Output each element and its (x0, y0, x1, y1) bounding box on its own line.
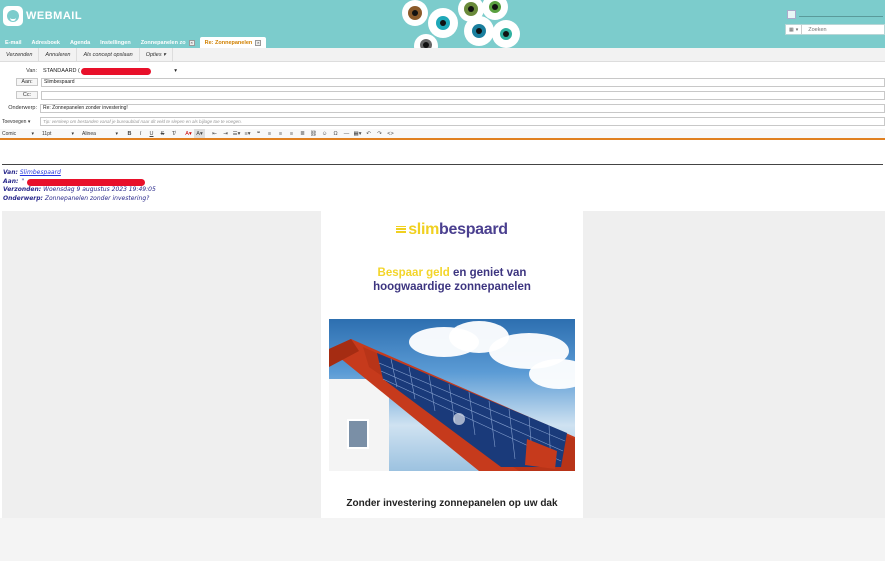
blockquote-icon[interactable]: ❝ (253, 129, 264, 138)
table-icon[interactable]: ▦▾ (352, 129, 363, 138)
search-box: ▦ ▾ (785, 24, 885, 35)
search-scope-dropdown[interactable]: ▦ ▾ (786, 25, 803, 34)
attachment-row: Toevoegen ▾ Tip: versleep om bestanden v… (0, 116, 885, 127)
decorative-eyes-banner (400, 0, 520, 48)
text-color-icon[interactable]: A▾ (183, 129, 194, 138)
outdent-icon[interactable]: ⇤ (209, 129, 220, 138)
indent-icon[interactable]: ⇥ (220, 129, 231, 138)
from-select[interactable]: STANDAARD ( ▾ (40, 67, 180, 76)
redaction-mark (80, 67, 151, 75)
cc-field[interactable] (41, 90, 885, 100)
save-draft-button[interactable]: Als concept opslaan (77, 48, 140, 61)
app-name: WEBMAIL (26, 10, 83, 22)
font-size-select[interactable]: 11pt ▾ (40, 130, 76, 138)
align-center-icon[interactable]: ≡ (275, 129, 286, 138)
search-input[interactable] (802, 26, 873, 33)
chevron-down-icon: ▾ (174, 68, 177, 74)
quote-subject-row: Onderwerp: Zonnepanelen zonder investeri… (3, 195, 150, 203)
compose-actions: Verzenden Annuleren Als concept opslaan … (0, 48, 885, 62)
quote-to-row: Aan: " (3, 178, 156, 187)
tab-addressbook[interactable]: Adresboek (27, 37, 65, 48)
redo-icon[interactable]: ↷ (374, 129, 385, 138)
tab-reply[interactable]: Re: Zonnepanelen × (199, 37, 267, 48)
quote-sent-row: Verzonden: Woensdag 9 augustus 2023 19:4… (3, 186, 156, 194)
eye-icon (402, 0, 428, 26)
quote-from-row: Van: Slimbespaard (3, 169, 61, 176)
italic-icon[interactable]: I (135, 129, 146, 138)
chevron-down-icon: ▾ (115, 130, 118, 137)
tab-calendar[interactable]: Agenda (65, 37, 95, 48)
font-family-select[interactable]: Comic ▾ (0, 130, 36, 138)
horizontal-rule-icon[interactable]: — (341, 129, 352, 138)
chevron-down-icon: ▾ (31, 130, 34, 137)
smiley-logo-icon (3, 6, 23, 26)
subject-row: Onderwerp: Re: Zonnepanelen zonder inves… (0, 103, 885, 113)
source-code-icon[interactable]: <> (385, 129, 396, 138)
send-button[interactable]: Verzenden (0, 48, 40, 61)
tab-email[interactable]: E-mail (0, 37, 27, 48)
main-tabs: E-mail Adresboek Agenda Instellingen Zon… (0, 36, 267, 48)
email-subheadline: Zonder investering zonnepanelen op uw da… (346, 498, 558, 509)
from-row: Van: STANDAARD ( ▾ (0, 66, 885, 76)
quote-from-link[interactable]: Slimbespaard (20, 169, 61, 176)
editor-toolbar: Comic ▾ 11pt ▾ Alinea ▾ B I U S T̸ A▾ A▾ ⇤ … (0, 129, 885, 140)
from-label: Van: (26, 68, 37, 74)
underline-icon[interactable]: U (146, 129, 157, 138)
solar-roof-image (329, 319, 575, 471)
paragraph-style-select[interactable]: Alinea ▾ (80, 130, 120, 138)
align-right-icon[interactable]: ≡ (286, 129, 297, 138)
numbered-list-icon[interactable]: ≡▾ (242, 129, 253, 138)
grid-icon: ▦ (789, 26, 794, 33)
bullet-list-icon[interactable]: ☰▾ (231, 129, 242, 138)
to-field[interactable]: Slimbespaard (41, 77, 885, 87)
cc-button[interactable]: Cc: (16, 91, 38, 99)
link-icon[interactable]: ⛓ (308, 129, 319, 138)
redaction-mark (27, 178, 146, 186)
chevron-down-icon: ▾ (71, 130, 74, 137)
emoji-icon[interactable]: ☺ (319, 129, 330, 138)
bold-icon[interactable]: B (124, 129, 135, 138)
webmail-logo[interactable]: WEBMAIL (3, 6, 82, 26)
align-left-icon[interactable]: ≡ (264, 129, 275, 138)
subject-label: Onderwerp: (8, 105, 37, 111)
brand-mark-icon (396, 226, 407, 234)
quoted-header: Van: Slimbespaard Aan: " Verzonden: Woen… (3, 169, 156, 204)
quote-divider (2, 164, 883, 165)
slimbespaard-logo: slimbespaard (321, 221, 583, 239)
highlight-color-icon[interactable]: A▾ (194, 129, 205, 138)
subject-field[interactable]: Re: Zonnepanelen zonder investering! (40, 103, 885, 113)
tab-settings[interactable]: Instellingen (95, 37, 136, 48)
email-headline: Bespaar geld en geniet van hoogwaardige … (373, 267, 531, 293)
cc-row: Cc: (0, 90, 885, 100)
user-icon[interactable] (787, 10, 796, 19)
eye-icon (464, 16, 494, 46)
close-icon[interactable]: × (188, 39, 195, 46)
tab-message[interactable]: Zonnepanelen zo × (136, 37, 200, 48)
roof-with-solar-panels (329, 339, 575, 471)
options-button[interactable]: Opties ▾ (140, 48, 173, 61)
email-content: slimbespaard Bespaar geld en geniet van … (321, 211, 583, 518)
eye-icon (428, 8, 458, 38)
eye-icon (414, 34, 438, 48)
top-header: WEBMAIL ▦ ▾ Zoeken E-mail Adresboek Agen… (0, 0, 885, 48)
strikethrough-icon[interactable]: S (157, 129, 168, 138)
eye-icon (492, 20, 520, 48)
undo-icon[interactable]: ↶ (363, 129, 374, 138)
add-attachment-button[interactable]: Toevoegen ▾ (0, 119, 40, 125)
attachment-dropzone[interactable]: Tip: versleep om bestanden vanaf je bure… (40, 117, 885, 126)
clear-format-icon[interactable]: T̸ (168, 129, 179, 138)
cancel-button[interactable]: Annuleren (39, 48, 78, 61)
special-char-icon[interactable]: Ω (330, 129, 341, 138)
align-justify-icon[interactable]: ≣ (297, 129, 308, 138)
close-icon[interactable]: × (255, 39, 262, 46)
to-row: Aan: Slimbespaard (0, 77, 885, 87)
footer-area (0, 518, 885, 561)
to-button[interactable]: Aan: (16, 78, 38, 86)
